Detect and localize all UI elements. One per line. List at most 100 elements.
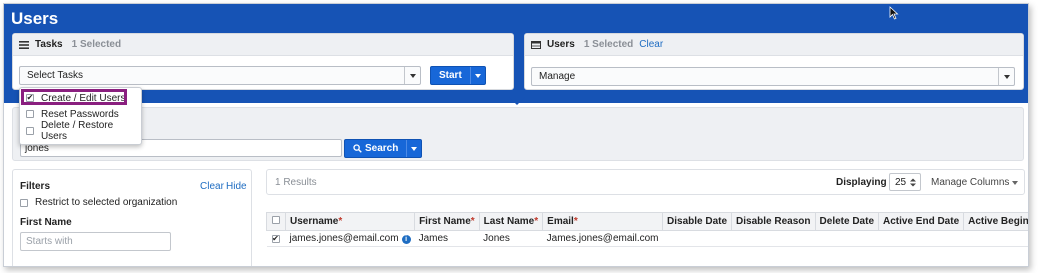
first-name-filter-label: First Name — [20, 217, 72, 228]
users-action-dropdown[interactable]: Manage — [531, 67, 1015, 86]
column-header-active-end-date[interactable]: Active End Date — [877, 212, 965, 231]
tasks-panel: Tasks 1 Selected Select Tasks Start — [12, 33, 514, 90]
column-label: Disable Date — [667, 216, 728, 227]
tasks-panel-title: Tasks — [35, 39, 63, 50]
select-all-header[interactable] — [266, 212, 286, 231]
column-header-disable-reason[interactable]: Disable Reason — [731, 212, 816, 231]
chevron-down-icon — [1003, 74, 1010, 79]
username-text: james.jones@email.com — [289, 233, 399, 244]
cell-username: james.jones@email.com i — [285, 230, 415, 247]
column-label: Active End Date — [883, 216, 960, 227]
column-label: First Name — [419, 216, 471, 227]
menu-item-reset-passwords[interactable]: Reset Passwords — [26, 107, 119, 121]
results-count: 1 Results — [275, 176, 317, 188]
column-label: Username — [290, 216, 339, 227]
manage-columns-menu[interactable]: Manage Columns — [931, 177, 1019, 188]
chevron-down-icon — [474, 73, 481, 78]
search-split-toggle[interactable] — [406, 140, 421, 157]
search-button-label: Search — [345, 143, 406, 154]
cell-delete-date — [815, 230, 879, 247]
highlight-box — [21, 89, 127, 105]
required-marker: * — [534, 216, 539, 227]
column-header-delete-date[interactable]: Delete Date — [814, 212, 880, 231]
users-panel-title: Users — [547, 39, 575, 50]
column-header-disable-date[interactable]: Disable Date — [662, 212, 733, 231]
manage-columns-label: Manage Columns — [931, 177, 1010, 188]
required-marker: * — [338, 216, 343, 227]
displaying-label: Displaying — [836, 177, 887, 188]
users-panel-header: Users 1 Selected Clear — [525, 34, 1023, 56]
header-notch — [509, 97, 525, 105]
filters-title: Filters — [20, 181, 51, 192]
users-clear-link[interactable]: Clear — [639, 39, 663, 50]
column-label: Email — [547, 216, 574, 227]
table-row[interactable]: ✔ james.jones@email.com i James Jones Jam… — [266, 230, 1028, 247]
select-tasks-value: Select Tasks — [27, 70, 83, 81]
column-header-email[interactable]: Email* — [542, 212, 664, 231]
tasks-list-icon — [19, 40, 29, 49]
menu-item-label: Reset Passwords — [41, 108, 119, 120]
page-title: Users — [11, 9, 59, 28]
cell-last-name: Jones — [479, 230, 543, 247]
users-table-icon — [531, 40, 541, 49]
results-panel: 1 Results Displaying 25 Manage Columns U… — [266, 169, 1028, 266]
column-label: Disable Reason — [736, 216, 811, 227]
row-select-cell[interactable]: ✔ — [266, 230, 286, 247]
restrict-org-option[interactable]: Restrict to selected organization — [20, 197, 177, 208]
column-label: Active Begin Date — [968, 216, 1029, 227]
column-label: Last Name — [483, 216, 535, 227]
restrict-org-label: Restrict to selected organization — [35, 197, 178, 208]
cell-active-begin-date — [963, 230, 1028, 247]
first-name-filter-input[interactable]: Starts with — [20, 232, 171, 251]
chevron-down-icon — [409, 73, 416, 78]
restrict-org-checkbox[interactable] — [20, 198, 28, 207]
select-tasks-dropdown[interactable]: Select Tasks — [19, 66, 421, 85]
filters-panel: Filters Clear Hide Restrict to selected … — [12, 169, 252, 266]
select-tasks-caret[interactable] — [404, 67, 420, 84]
tasks-selected-count: 1 Selected — [71, 39, 122, 50]
start-button[interactable]: Start — [430, 66, 486, 85]
cell-disable-date — [662, 230, 732, 247]
column-header-last-name[interactable]: Last Name* — [478, 212, 544, 231]
column-header-username[interactable]: Username* — [284, 212, 416, 231]
users-selected-count: 1 Selected — [583, 39, 634, 50]
mouse-cursor-icon — [889, 6, 899, 20]
column-header-active-begin-date[interactable]: Active Begin Date — [963, 212, 1029, 231]
chevron-down-icon — [1012, 180, 1019, 185]
users-table: Username* First Name* Last Name* Email* … — [266, 212, 1029, 247]
users-panel: Users 1 Selected Clear Manage — [524, 33, 1024, 90]
start-split-toggle[interactable] — [469, 67, 485, 84]
chevron-down-icon — [411, 146, 418, 151]
cell-first-name: James — [414, 230, 480, 247]
search-label-text: Search — [365, 143, 399, 154]
cell-email: James.jones@email.com — [542, 230, 663, 247]
required-marker: * — [573, 216, 578, 227]
menu-item-checkbox[interactable] — [26, 110, 34, 118]
search-icon — [353, 144, 362, 153]
search-bar: jones Search — [12, 107, 1024, 161]
users-action-value: Manage — [539, 71, 576, 82]
page-size-value: 25 — [895, 176, 907, 188]
users-action-caret[interactable] — [998, 68, 1014, 85]
row-checkbox[interactable]: ✔ — [271, 235, 280, 243]
cell-active-end-date — [878, 230, 964, 247]
required-marker: * — [470, 216, 475, 227]
filters-clear-link[interactable]: Clear — [200, 181, 224, 192]
column-header-first-name[interactable]: First Name* — [414, 212, 480, 231]
tasks-panel-header: Tasks 1 Selected — [13, 34, 513, 56]
search-button[interactable]: Search — [344, 139, 423, 158]
up-down-arrows-icon — [910, 178, 917, 186]
menu-item-checkbox[interactable] — [26, 127, 34, 135]
menu-item-delete-restore-users[interactable]: Delete / Restore Users — [26, 120, 141, 142]
results-toolbar: 1 Results Displaying 25 Manage Columns — [266, 169, 1025, 195]
start-button-label: Start — [439, 70, 462, 81]
app-window: Users Tasks 1 Selected Select Tasks Star… — [3, 3, 1029, 267]
page-size-select[interactable]: 25 — [889, 173, 921, 191]
menu-item-label: Delete / Restore Users — [40, 120, 114, 142]
filters-hide-link[interactable]: Hide — [226, 181, 247, 192]
column-label: Delete Date — [819, 216, 874, 227]
first-name-placeholder: Starts with — [26, 236, 73, 247]
select-all-checkbox[interactable] — [272, 216, 280, 224]
table-header-row: Username* First Name* Last Name* Email* … — [266, 212, 1029, 231]
info-icon[interactable]: i — [401, 235, 411, 244]
